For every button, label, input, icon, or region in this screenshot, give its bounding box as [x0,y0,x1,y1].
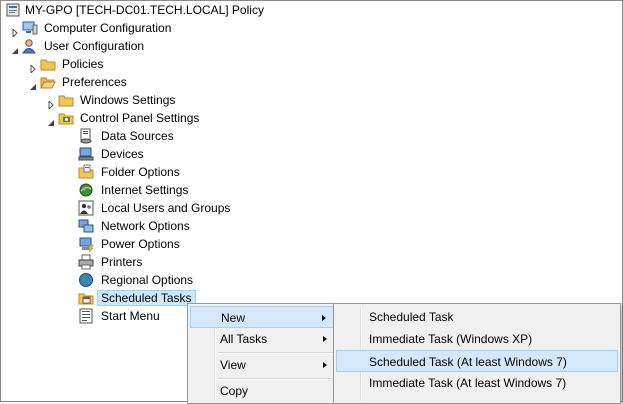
submenu-item-scheduled-task-win7[interactable]: Scheduled Task (At least Windows 7) [336,350,618,372]
collapse-arrow-icon[interactable] [29,78,37,90]
devices-icon [78,146,94,162]
menu-item-copy[interactable]: Copy [190,380,335,402]
menu-item-label: New [221,311,246,325]
submenu-arrow-icon [323,362,327,368]
menu-item-label: Copy [220,384,249,398]
folder-open-icon [40,74,56,90]
menu-item-label: All Tasks [220,332,268,346]
new-submenu: Scheduled Task Immediate Task (Windows X… [333,303,621,404]
expand-arrow-icon[interactable] [47,96,55,111]
control-panel-icon [58,110,74,126]
tree-item-label: Local Users and Groups [101,201,231,215]
tree-item-label: Power Options [101,237,180,251]
folder-options-icon [78,164,94,180]
gpo-icon [5,2,21,18]
menu-item-view[interactable]: View [190,354,335,376]
collapse-arrow-icon[interactable] [11,42,19,54]
folder-icon [40,56,56,72]
menu-item-new[interactable]: New [190,306,335,328]
tree-item-label: Scheduled Tasks [97,290,196,306]
tree-node-label: Windows Settings [80,93,176,107]
tree-root-label: MY-GPO [TECH-DC01.TECH.LOCAL] Policy [25,3,264,17]
menu-item-label: View [220,358,246,372]
tree-item-label: Devices [101,147,144,161]
local-users-icon [78,200,94,216]
power-options-icon [78,236,94,252]
tree-node-label: Policies [62,57,104,71]
start-menu-icon [78,308,94,324]
collapse-arrow-icon[interactable] [47,114,55,126]
tree-item-label: Data Sources [101,129,174,143]
tree-item-label: Start Menu [101,309,160,323]
tree-node-label: Computer Configuration [44,21,172,35]
menu-item-label: Scheduled Task [369,310,454,324]
menu-item-label: Scheduled Task (At least Windows 7) [369,355,567,369]
regional-options-icon [78,272,94,288]
submenu-arrow-icon [323,336,327,342]
scheduled-tasks-icon [78,290,94,306]
submenu-item-immediate-task-win7[interactable]: Immediate Task (At least Windows 7) [336,372,618,394]
tree-node-label: User Configuration [44,39,145,53]
submenu-item-scheduled-task[interactable]: Scheduled Task [336,306,618,328]
submenu-item-immediate-task-xp[interactable]: Immediate Task (Windows XP) [336,328,618,350]
printers-icon [78,254,94,270]
tree-item-label: Internet Settings [101,183,189,197]
submenu-arrow-icon [322,315,326,321]
tree-item-label: Folder Options [101,165,180,179]
tree-item-label: Network Options [101,219,190,233]
expand-arrow-icon[interactable] [29,60,37,75]
menu-item-label: Immediate Task (At least Windows 7) [369,376,567,390]
tree-item-label: Printers [101,255,143,269]
menu-item-label: Immediate Task (Windows XP) [369,332,533,346]
folder-icon [58,92,74,108]
menu-item-all-tasks[interactable]: All Tasks [190,328,335,350]
internet-settings-icon [78,182,94,198]
tree-item-label: Regional Options [101,273,194,287]
network-options-icon [78,218,94,234]
tree-node-label: Control Panel Settings [80,111,200,125]
computer-icon [22,20,38,36]
user-icon [22,38,38,54]
data-sources-icon [78,128,94,144]
context-menu: New All Tasks View Copy [187,303,338,404]
expand-arrow-icon[interactable] [11,24,19,39]
tree-node-label: Preferences [62,75,127,89]
